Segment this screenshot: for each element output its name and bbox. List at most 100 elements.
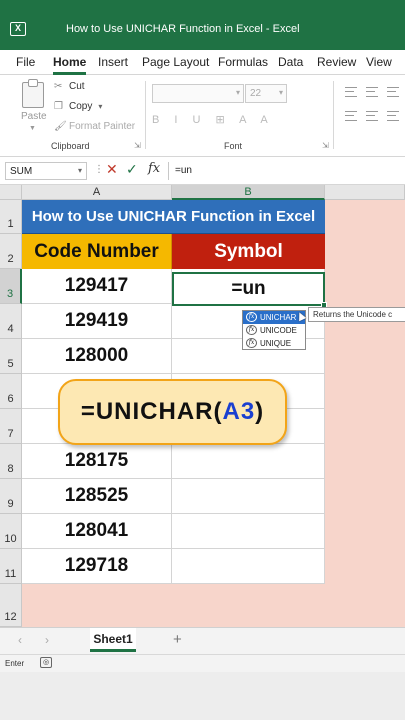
- row-number: 2: [7, 253, 14, 265]
- tab-file[interactable]: File: [16, 55, 35, 69]
- chevron-down-icon[interactable]: ▼: [29, 125, 36, 132]
- row-header[interactable]: 11: [0, 549, 22, 584]
- tab-home[interactable]: Home: [53, 55, 87, 75]
- tab-review[interactable]: Review: [317, 55, 356, 69]
- ribbon: Paste ▼ ✂ Cut ❐ Copy ▾ 🖌 Format Painter Clip…: [0, 75, 405, 157]
- row-header[interactable]: 12: [0, 584, 22, 627]
- cell-b8[interactable]: [172, 444, 325, 479]
- cell-a3[interactable]: 129417: [22, 269, 172, 304]
- header-code-number[interactable]: Code Number: [22, 234, 172, 269]
- cell-a10[interactable]: 128041: [22, 514, 172, 549]
- row-header[interactable]: 5: [0, 339, 22, 374]
- row-header[interactable]: 8: [0, 444, 22, 479]
- font-name-select[interactable]: ▾: [152, 84, 244, 103]
- row-header[interactable]: 1: [0, 200, 22, 234]
- row-number: 7: [7, 428, 14, 440]
- cell-b10[interactable]: [172, 514, 325, 549]
- copy-icon: ❐: [54, 101, 63, 112]
- window-title: How to Use UNICHAR Function in Excel - E…: [66, 23, 300, 35]
- row-header[interactable]: 4: [0, 304, 22, 339]
- row-header[interactable]: 9: [0, 479, 22, 514]
- font-size-select[interactable]: 22 ▾: [245, 84, 287, 103]
- autocomplete-item-unique[interactable]: fx UNIQUE: [243, 337, 305, 350]
- format-painter-button[interactable]: 🖌 Format Painter: [54, 121, 135, 132]
- sheet-tab-sheet1[interactable]: Sheet1: [90, 628, 136, 652]
- cell-a5[interactable]: 128000: [22, 339, 172, 374]
- status-bar: Enter ◎: [0, 654, 405, 672]
- row-header[interactable]: 7: [0, 409, 22, 444]
- header-symbol[interactable]: Symbol: [172, 234, 325, 269]
- row-header[interactable]: 3: [0, 269, 22, 304]
- callout-cell-ref: A3: [222, 398, 256, 425]
- row-number: 4: [7, 323, 14, 335]
- align-left-icon[interactable]: [345, 111, 357, 121]
- cell-b11[interactable]: [172, 549, 325, 584]
- row-number: 3: [6, 288, 14, 300]
- copy-button[interactable]: ❐ Copy ▾: [54, 101, 102, 112]
- tab-data[interactable]: Data: [278, 55, 303, 69]
- format-painter-label: Format Painter: [69, 121, 136, 132]
- formula-bar: SUM ▾ ⋮ ✕ ✓ fx =un: [0, 157, 405, 185]
- paste-button[interactable]: Paste: [21, 111, 47, 122]
- select-all-corner[interactable]: [0, 185, 22, 200]
- insert-function-icon[interactable]: fx: [148, 161, 160, 176]
- prev-sheet-icon[interactable]: ‹: [18, 633, 22, 647]
- dialog-launcher-icon[interactable]: ⇲: [322, 141, 329, 150]
- function-icon: fx: [246, 312, 257, 322]
- cell-b9[interactable]: [172, 479, 325, 514]
- align-center-icon[interactable]: [366, 111, 378, 121]
- tab-page-layout[interactable]: Page Layout: [142, 55, 209, 69]
- active-cell-b3[interactable]: =un: [172, 272, 325, 306]
- title-cell[interactable]: How to Use UNICHAR Function in Excel: [22, 200, 325, 234]
- align-bottom-icon[interactable]: [387, 87, 399, 97]
- add-sheet-button[interactable]: +: [173, 631, 182, 648]
- column-header-b[interactable]: B: [172, 185, 325, 200]
- ribbon-tabs: File Home Insert Page Layout Formulas Da…: [0, 50, 405, 75]
- autocomplete-item-unicode[interactable]: fx UNICODE: [243, 324, 305, 337]
- cell-a4[interactable]: 129419: [22, 304, 172, 339]
- tab-insert[interactable]: Insert: [98, 55, 128, 69]
- sheet-tab-label: Sheet1: [93, 632, 133, 646]
- column-header-c[interactable]: [325, 185, 405, 200]
- align-middle-icon[interactable]: [366, 87, 378, 97]
- sheet-tabs-bar: ‹ › Sheet1 +: [0, 627, 405, 654]
- font-size-value: 22: [250, 88, 262, 99]
- cut-button[interactable]: ✂ Cut: [54, 81, 85, 92]
- align-right-icon[interactable]: [387, 111, 399, 121]
- paintbrush-icon: 🖌: [54, 121, 67, 132]
- name-box[interactable]: SUM ▾: [5, 162, 87, 180]
- tab-view[interactable]: View: [366, 55, 392, 69]
- chevron-down-icon[interactable]: ▾: [78, 166, 82, 175]
- formula-input[interactable]: =un: [168, 162, 405, 180]
- paste-icon[interactable]: [22, 79, 44, 108]
- cell-a9[interactable]: 128525: [22, 479, 172, 514]
- dialog-launcher-icon[interactable]: ⇲: [134, 141, 141, 150]
- row-number: 1: [7, 218, 14, 230]
- cell-a8[interactable]: 128175: [22, 444, 172, 479]
- excel-icon[interactable]: X: [10, 22, 26, 36]
- row-header[interactable]: 6: [0, 374, 22, 409]
- function-tooltip: Returns the Unicode c: [308, 307, 405, 322]
- row-header[interactable]: 2: [0, 234, 22, 269]
- chevron-down-icon: ▾: [235, 88, 240, 97]
- next-sheet-icon[interactable]: ›: [45, 633, 49, 647]
- row-number: 5: [7, 358, 14, 370]
- more-icon: ⋮: [94, 164, 104, 175]
- column-header-a[interactable]: A: [22, 185, 172, 200]
- scissors-icon: ✂: [54, 81, 63, 92]
- row-header[interactable]: 10: [0, 514, 22, 549]
- accessibility-icon[interactable]: ◎: [40, 657, 52, 668]
- align-top-icon[interactable]: [345, 87, 357, 97]
- cell-a11[interactable]: 129718: [22, 549, 172, 584]
- cancel-icon[interactable]: ✕: [106, 161, 118, 178]
- name-box-value: SUM: [10, 166, 33, 177]
- tab-formulas[interactable]: Formulas: [218, 55, 268, 69]
- status-mode: Enter: [5, 659, 25, 668]
- enter-check-icon[interactable]: ✓: [126, 161, 138, 178]
- function-icon: fx: [246, 338, 257, 348]
- font-format-buttons[interactable]: B I U ⊞ A A: [152, 113, 274, 126]
- group-divider: [333, 81, 334, 149]
- chevron-down-icon: ▾: [278, 88, 283, 97]
- font-group-label: Font: [224, 141, 243, 151]
- row-number: 10: [4, 533, 17, 545]
